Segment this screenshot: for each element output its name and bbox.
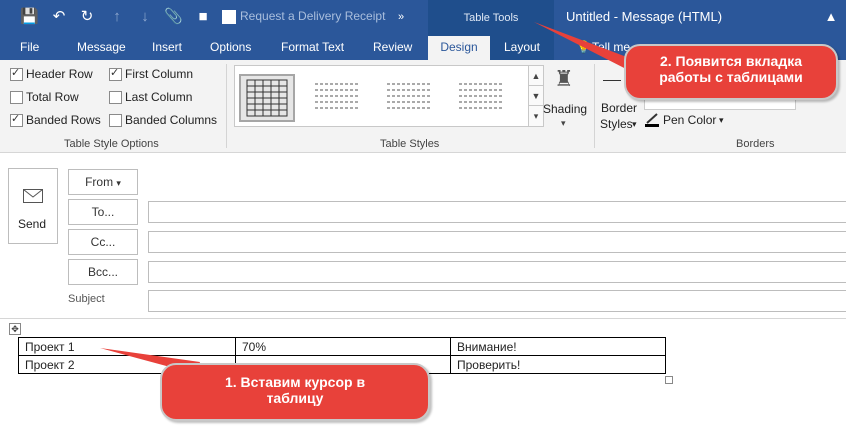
callout-1: 1. Вставим курсор в таблицу [160,363,430,421]
callout-1-line-1: 1. Вставим курсор в [224,374,366,390]
callout-1-line-2: таблицу [266,390,324,406]
callout-2-line-1: 2. Появится вкладка [659,53,803,69]
callout-2-line-2: работы с таблицами [659,69,803,85]
callout-2: 2. Появится вкладка работы с таблицами [624,44,838,100]
